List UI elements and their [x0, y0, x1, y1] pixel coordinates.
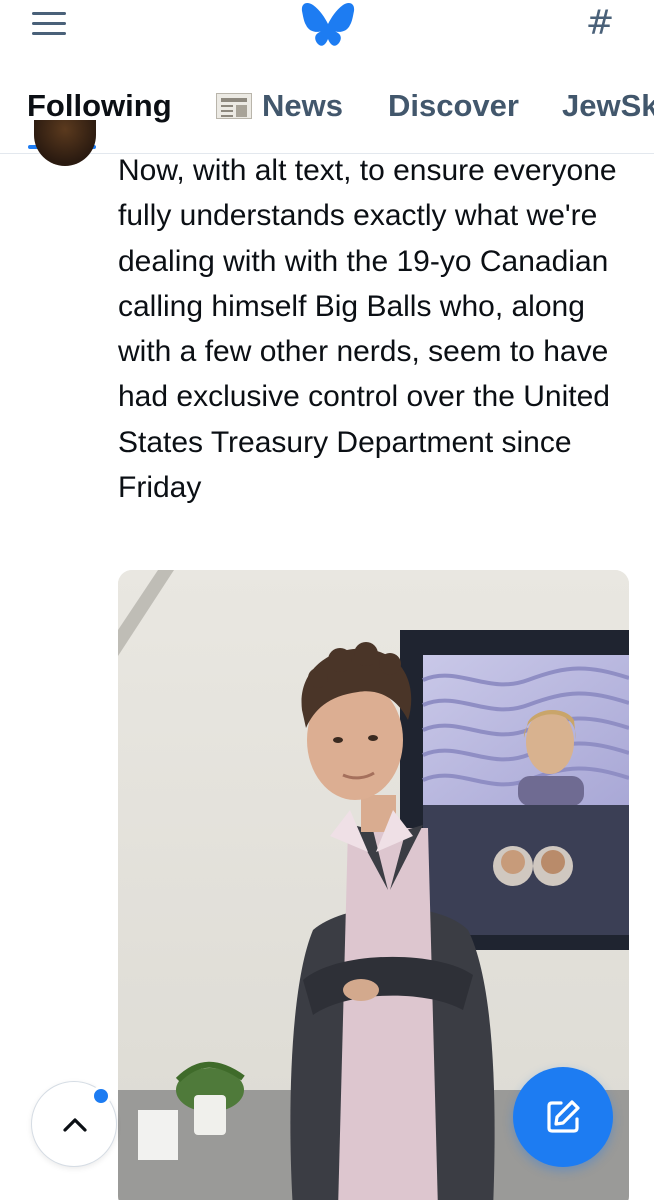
new-posts-indicator-dot: [91, 1086, 111, 1106]
top-bar: #: [0, 0, 654, 62]
newspaper-icon: [216, 93, 252, 119]
tab-news-label: News: [262, 88, 343, 123]
tab-following[interactable]: Following: [27, 88, 172, 124]
tab-news[interactable]: News: [216, 88, 343, 124]
compose-post-button[interactable]: [513, 1067, 613, 1167]
feed-tabs: Following News Discover JewSk: [0, 62, 654, 154]
tab-jewsky[interactable]: JewSk: [562, 88, 654, 124]
chevron-up-icon: [63, 1118, 87, 1132]
post-text: Now, with alt text, to ensure everyone f…: [118, 154, 617, 505]
butterfly-logo-icon[interactable]: [301, 2, 355, 48]
hash-icon[interactable]: #: [580, 0, 620, 46]
avatar[interactable]: [34, 120, 96, 166]
tab-discover[interactable]: Discover: [388, 88, 519, 124]
compose-icon: [547, 1100, 580, 1133]
hamburger-menu-icon[interactable]: [32, 12, 70, 38]
